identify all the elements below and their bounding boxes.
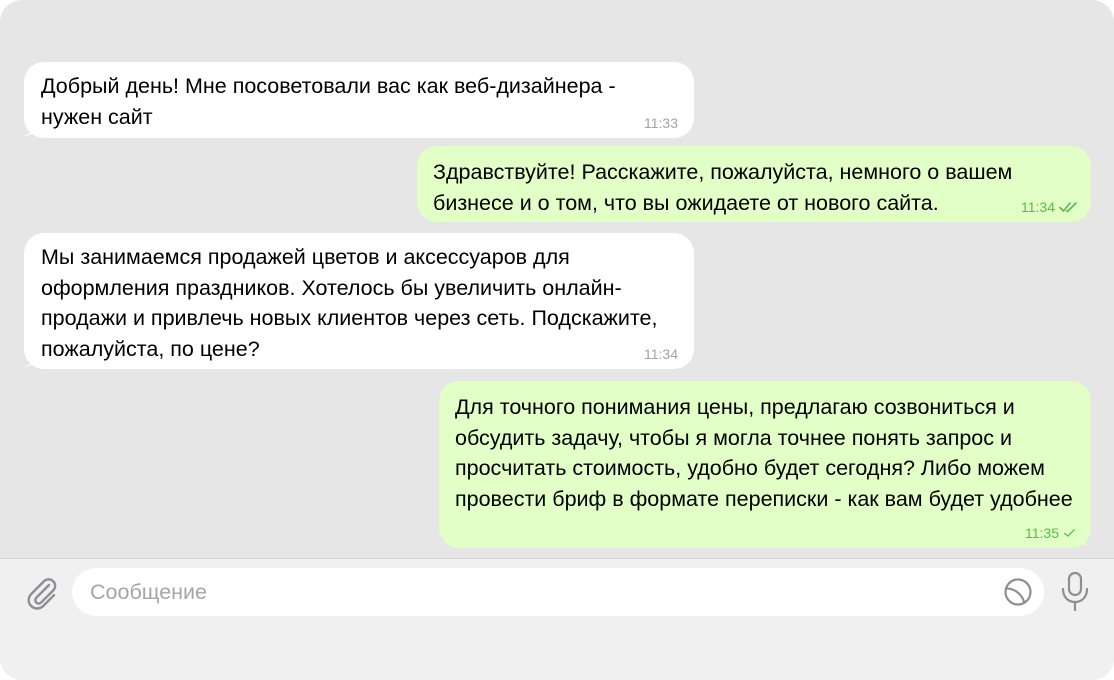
bubble-tail: [16, 118, 40, 138]
message-time-label: 11:33: [644, 115, 678, 131]
message-outgoing: Здравствуйте! Расскажите, пожалуйста, не…: [417, 146, 1099, 222]
check-icon: [1063, 529, 1075, 537]
composer-bar: [0, 558, 1114, 680]
bubble-tail: [16, 349, 40, 369]
message-input[interactable]: [90, 568, 990, 616]
double-check-icon: [1059, 202, 1077, 213]
message-time-label: 11:34: [1021, 199, 1055, 215]
message-time: 11:33: [644, 115, 678, 131]
chat-window: Добрый день! Мне посоветовали вас как ве…: [0, 0, 1114, 680]
message-time: 11:34: [644, 346, 678, 362]
paperclip-icon[interactable]: [22, 573, 60, 611]
message-text: Мы занимаемся продажей цветов и аксессуа…: [41, 245, 658, 361]
message-time: 11:35: [1025, 525, 1079, 541]
message-incoming: Мы занимаемся продажей цветов и аксессуа…: [16, 233, 694, 369]
message-list[interactable]: Добрый день! Мне посоветовали вас как ве…: [0, 0, 1114, 558]
sticker-icon[interactable]: [1002, 576, 1034, 608]
message-time-label: 11:34: [644, 346, 678, 362]
message-time-label: 11:35: [1025, 525, 1059, 541]
message-input-field[interactable]: [72, 568, 1044, 616]
message-text: Добрый день! Мне посоветовали вас как ве…: [41, 74, 616, 129]
message-outgoing: Для точного понимания цены, предлагаю со…: [439, 381, 1099, 548]
message-text: Здравствуйте! Расскажите, пожалуйста, не…: [433, 160, 1013, 215]
microphone-icon[interactable]: [1058, 571, 1092, 613]
message-incoming: Добрый день! Мне посоветовали вас как ве…: [16, 62, 694, 138]
message-time: 11:34: [1021, 199, 1079, 215]
message-text: Для точного понимания цены, предлагаю со…: [455, 395, 1073, 511]
